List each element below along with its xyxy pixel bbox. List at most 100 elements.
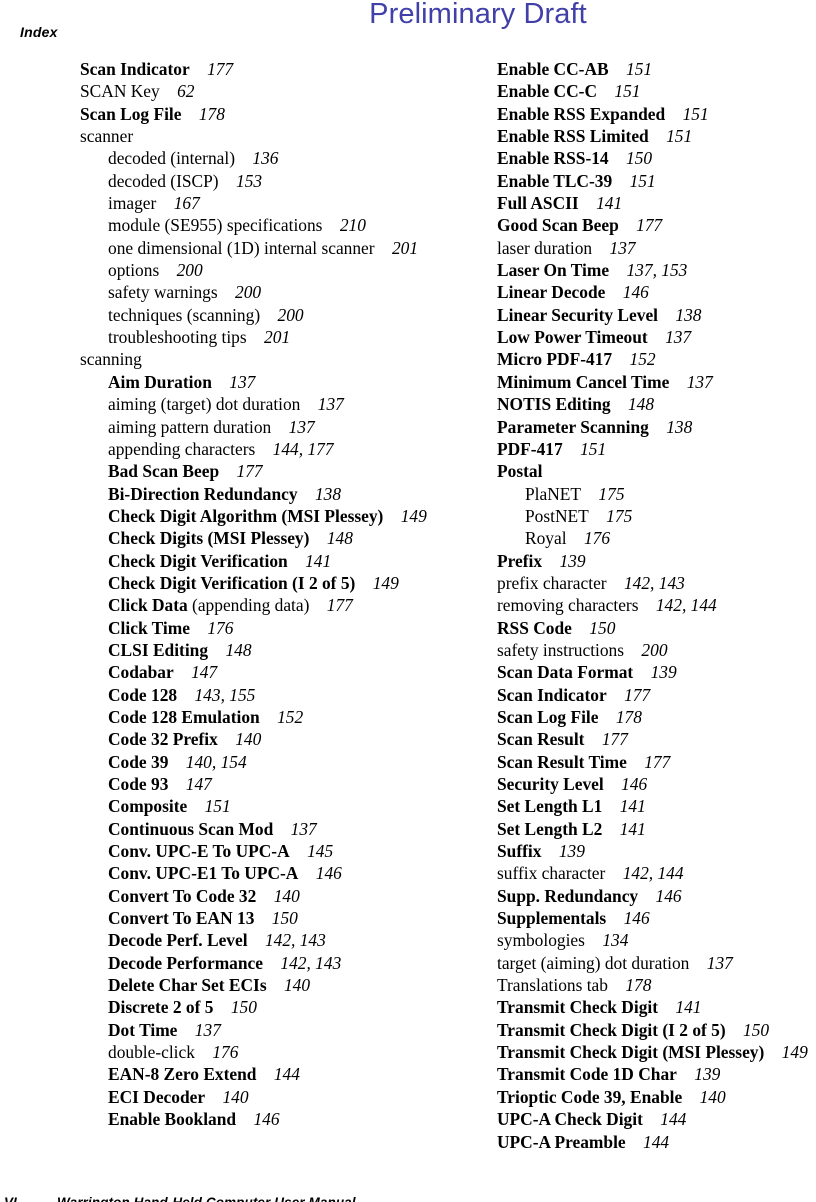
index-entry: Trioptic Code 39, Enable 140 — [497, 1086, 816, 1108]
index-entry: Check Digits (MSI Plessey) 148 — [108, 527, 455, 549]
index-entry: troubleshooting tips 201 — [108, 326, 455, 348]
index-term: Code 128 Emulation — [108, 706, 260, 727]
index-term: troubleshooting tips — [108, 327, 247, 348]
index-term: Low Power Timeout — [497, 327, 648, 348]
index-page-numbers: 178 — [198, 103, 225, 124]
index-term: Check Digit Verification — [108, 550, 288, 571]
index-entry: Conv. UPC-E To UPC-A 145 — [108, 840, 455, 862]
index-entry: UPC-A Check Digit 144 — [497, 1108, 816, 1130]
index-entry: symbologies 134 — [497, 929, 816, 951]
index-entry: Code 32 Prefix 140 — [108, 728, 455, 750]
index-page-numbers: 152 — [277, 706, 304, 727]
index-term: Enable CC-C — [497, 81, 598, 102]
index-entry: Code 39 140, 154 — [108, 751, 455, 773]
index-entry: Scan Result Time 177 — [497, 751, 816, 773]
index-page-numbers: 151 — [204, 796, 231, 817]
index-entry: module (SE955) specifications 210 — [108, 214, 455, 236]
index-page: Preliminary Draft Index Scan Indicator 1… — [0, 0, 816, 1202]
index-term: Full ASCII — [497, 193, 579, 214]
index-entry: prefix character 142, 143 — [497, 572, 816, 594]
index-page-numbers: 146 — [315, 863, 342, 884]
index-page-numbers: 151 — [580, 438, 607, 459]
index-term: prefix character — [497, 572, 607, 593]
index-entry: Composite 151 — [108, 795, 455, 817]
index-term: Aim Duration — [108, 371, 212, 392]
index-page-numbers: 148 — [225, 639, 252, 660]
index-term: Enable RSS Limited — [497, 126, 649, 147]
page-folio: VI — [4, 1195, 17, 1202]
index-term: Transmit Code 1D Char — [497, 1064, 677, 1085]
index-page-numbers: 177 — [644, 751, 671, 772]
index-page-numbers: 139 — [558, 841, 585, 862]
index-term: Transmit Check Digit (I 2 of 5) — [497, 1019, 726, 1040]
index-entry: Scan Data Format 139 — [497, 661, 816, 683]
index-entry: laser duration 137 — [497, 237, 816, 259]
index-term: Scan Result — [497, 729, 585, 750]
index-term: module (SE955) specifications — [108, 215, 323, 236]
index-term: Click Data — [108, 595, 188, 616]
index-page-numbers: 136 — [252, 148, 279, 169]
index-entry: Low Power Timeout 137 — [497, 326, 816, 348]
index-entry: NOTIS Editing 148 — [497, 393, 816, 415]
index-page-numbers: 200 — [176, 260, 203, 281]
index-term: scanner — [80, 126, 134, 147]
index-term: Scan Data Format — [497, 662, 634, 683]
index-page-numbers: 176 — [207, 617, 234, 638]
index-column-left: Scan Indicator 177 SCAN Key 62 Scan Log Fi… — [80, 58, 455, 1131]
index-term: double-click — [108, 1042, 195, 1063]
index-term: EAN-8 Zero Extend — [108, 1064, 257, 1085]
index-page-numbers: 210 — [339, 215, 366, 236]
index-term: Linear Security Level — [497, 304, 658, 325]
index-term: Code 32 Prefix — [108, 729, 218, 750]
index-term: Click Time — [108, 617, 190, 638]
index-term: Decode Performance — [108, 952, 263, 973]
index-entry: Transmit Check Digit 141 — [497, 996, 816, 1018]
index-entry: double-click 176 — [108, 1041, 455, 1063]
index-term: ECI Decoder — [108, 1086, 206, 1107]
index-entry: Full ASCII 141 — [497, 192, 816, 214]
index-page-numbers: 140 — [222, 1086, 249, 1107]
index-term: Enable TLC-39 — [497, 170, 613, 191]
index-term: Trioptic Code 39, Enable — [497, 1086, 683, 1107]
index-entry: Royal 176 — [525, 527, 816, 549]
index-page-numbers: 176 — [212, 1042, 239, 1063]
index-entry: aiming (target) dot duration 137 — [108, 393, 455, 415]
index-term: safety warnings — [108, 282, 218, 303]
index-entry: decoded (internal) 136 — [108, 147, 455, 169]
index-page-numbers: 137 — [290, 818, 317, 839]
index-page-numbers: 141 — [619, 818, 646, 839]
index-entry: decoded (ISCP) 153 — [108, 170, 455, 192]
index-page-numbers: 140 — [273, 885, 300, 906]
index-entry: Scan Log File 178 — [497, 706, 816, 728]
index-term: Transmit Check Digit (MSI Plessey) — [497, 1042, 765, 1063]
index-term: RSS Code — [497, 617, 572, 638]
index-entry: techniques (scanning) 200 — [108, 304, 455, 326]
index-entry: Suffix 139 — [497, 840, 816, 862]
index-term: NOTIS Editing — [497, 394, 611, 415]
index-entry: Check Digit Algorithm (MSI Plessey) 149 — [108, 505, 455, 527]
index-term: decoded (internal) — [108, 148, 235, 169]
index-page-numbers: 137 — [686, 371, 713, 392]
index-term: techniques (scanning) — [108, 304, 261, 325]
index-term: Translations tab — [497, 975, 608, 996]
index-entry: Minimum Cancel Time 137 — [497, 371, 816, 393]
index-page-numbers: 146 — [621, 774, 648, 794]
index-page-numbers: 149 — [372, 572, 399, 593]
index-entry: Enable Bookland 146 — [108, 1108, 455, 1130]
index-term: Conv. UPC-E To UPC-A — [108, 841, 290, 862]
index-term: Check Digits (MSI Plessey) — [108, 528, 310, 549]
index-term: suffix character — [497, 863, 606, 884]
index-term: decoded (ISCP) — [108, 170, 219, 191]
index-entry: Enable TLC-39 151 — [497, 170, 816, 192]
index-entry: Set Length L1 141 — [497, 795, 816, 817]
index-term: Code 39 — [108, 751, 169, 772]
index-entry: Codabar 147 — [108, 661, 455, 683]
index-columns: Scan Indicator 177 SCAN Key 62 Scan Log Fi… — [0, 58, 816, 1158]
index-page-numbers: 147 — [185, 774, 212, 794]
index-page-numbers: 148 — [627, 394, 655, 415]
index-entry: Delete Char Set ECIs 140 — [108, 974, 455, 996]
index-page-numbers: 137 — [665, 327, 692, 348]
index-term: Code 128 — [108, 684, 178, 705]
index-term: imager — [108, 193, 157, 214]
index-page-numbers: 138 — [675, 304, 702, 325]
